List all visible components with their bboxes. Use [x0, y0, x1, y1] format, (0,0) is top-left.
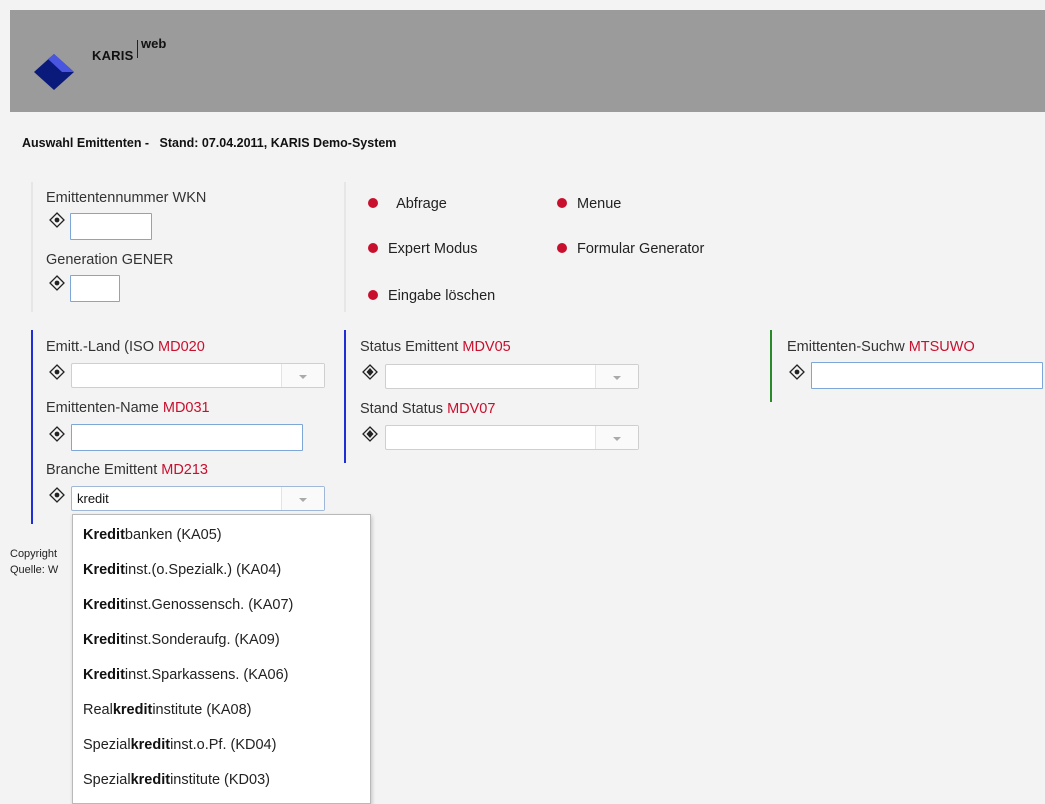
page-title-text: Auswahl Emittenten -	[22, 136, 150, 150]
emittentennummer-input[interactable]	[70, 213, 152, 240]
combo-toggle-button[interactable]	[281, 487, 324, 510]
status-emittent-combobox[interactable]	[385, 364, 639, 389]
bullet-icon	[368, 198, 378, 208]
app-header: KARIS web	[10, 10, 1045, 112]
status-icon[interactable]	[362, 426, 378, 442]
emittentennummer-label: Emittentennummer WKN	[46, 190, 207, 206]
brand-suffix: web	[141, 36, 167, 51]
status-icon[interactable]	[362, 364, 378, 380]
list-item[interactable]: Spezialkreditinst.o.Pf. (KD04)	[83, 737, 276, 753]
branche-value: kredit	[77, 491, 109, 506]
list-item[interactable]: Kreditinst.Genossensch. (KA07)	[83, 597, 293, 613]
stand-status-label: Stand Status MDV07	[360, 401, 496, 417]
emittenten-name-label: Emittenten-Name MD031	[46, 400, 210, 416]
menue-button[interactable]: Menue	[557, 196, 621, 212]
status-emittent-label: Status Emittent MDV05	[360, 339, 511, 355]
search-mode-icon[interactable]	[49, 364, 65, 380]
bullet-icon	[557, 198, 567, 208]
branche-combobox[interactable]: kredit	[71, 486, 325, 511]
brand-name: KARIS	[92, 48, 134, 63]
emitt-land-label: Emitt.-Land (ISO MD020	[46, 339, 205, 355]
list-item[interactable]: Spezialkreditinstitute (KD03)	[83, 772, 270, 788]
abfrage-button[interactable]: Abfrage	[368, 196, 447, 212]
list-item[interactable]: Kreditinst.Sonderaufg. (KA09)	[83, 632, 280, 648]
suchwort-input[interactable]	[811, 362, 1043, 389]
chevron-down-icon	[299, 498, 307, 502]
search-mode-icon[interactable]	[49, 275, 65, 291]
list-item[interactable]: Kreditinst.Sparkassens. (KA06)	[83, 667, 289, 683]
eingabe-loeschen-button[interactable]: Eingabe löschen	[368, 288, 495, 304]
combo-toggle-button[interactable]	[595, 426, 638, 449]
search-mode-icon[interactable]	[49, 426, 65, 442]
branche-autocomplete-list: Kreditbanken (KA05) Kreditinst.(o.Spezia…	[72, 514, 371, 804]
search-mode-icon[interactable]	[49, 212, 65, 228]
section-divider-top-mid	[344, 182, 346, 312]
bullet-icon	[368, 243, 378, 253]
abfrage-label: Abfrage	[396, 196, 447, 212]
emittenten-name-input[interactable]	[71, 424, 303, 451]
section-divider-top-left	[31, 182, 33, 312]
chevron-down-icon	[613, 376, 621, 380]
generation-input[interactable]	[70, 275, 120, 302]
expert-modus-button[interactable]: Expert Modus	[368, 241, 477, 257]
formular-generator-button[interactable]: Formular Generator	[557, 241, 704, 257]
menue-label: Menue	[577, 196, 622, 212]
expert-modus-label: Expert Modus	[388, 241, 478, 257]
suchwort-label: Emittenten-Suchw MTSUWO	[787, 339, 975, 355]
section-divider-left	[31, 330, 33, 524]
bullet-icon	[368, 290, 378, 300]
bullet-icon	[557, 243, 567, 253]
chevron-down-icon	[299, 375, 307, 379]
combo-toggle-button[interactable]	[595, 365, 638, 388]
brand-divider	[137, 40, 138, 58]
karis-logo-icon	[34, 54, 74, 90]
combo-toggle-button[interactable]	[281, 364, 324, 387]
page-title: Auswahl Emittenten - Stand: 07.04.2011, …	[22, 136, 396, 150]
stand-status-combobox[interactable]	[385, 425, 639, 450]
quelle-text: Quelle: W	[10, 564, 59, 576]
chevron-down-icon	[613, 437, 621, 441]
copyright-text: Copyright	[10, 548, 58, 560]
emitt-land-combobox[interactable]	[71, 363, 325, 388]
list-item[interactable]: Realkreditinstitute (KA08)	[83, 702, 251, 718]
list-item[interactable]: Kreditinst.(o.Spezialk.) (KA04)	[83, 562, 281, 578]
eingabe-loeschen-label: Eingabe löschen	[388, 288, 496, 304]
section-divider-mid	[344, 330, 346, 463]
search-mode-icon[interactable]	[49, 487, 65, 503]
search-mode-icon[interactable]	[789, 364, 805, 380]
list-item[interactable]: Kreditbanken (KA05)	[83, 527, 222, 543]
branche-label: Branche Emittent MD213	[46, 462, 208, 478]
stand-text: Stand: 07.04.2011, KARIS Demo-System	[159, 136, 397, 150]
formular-generator-label: Formular Generator	[577, 241, 705, 257]
generation-label: Generation GENER	[46, 252, 174, 268]
section-divider-right	[770, 330, 772, 402]
